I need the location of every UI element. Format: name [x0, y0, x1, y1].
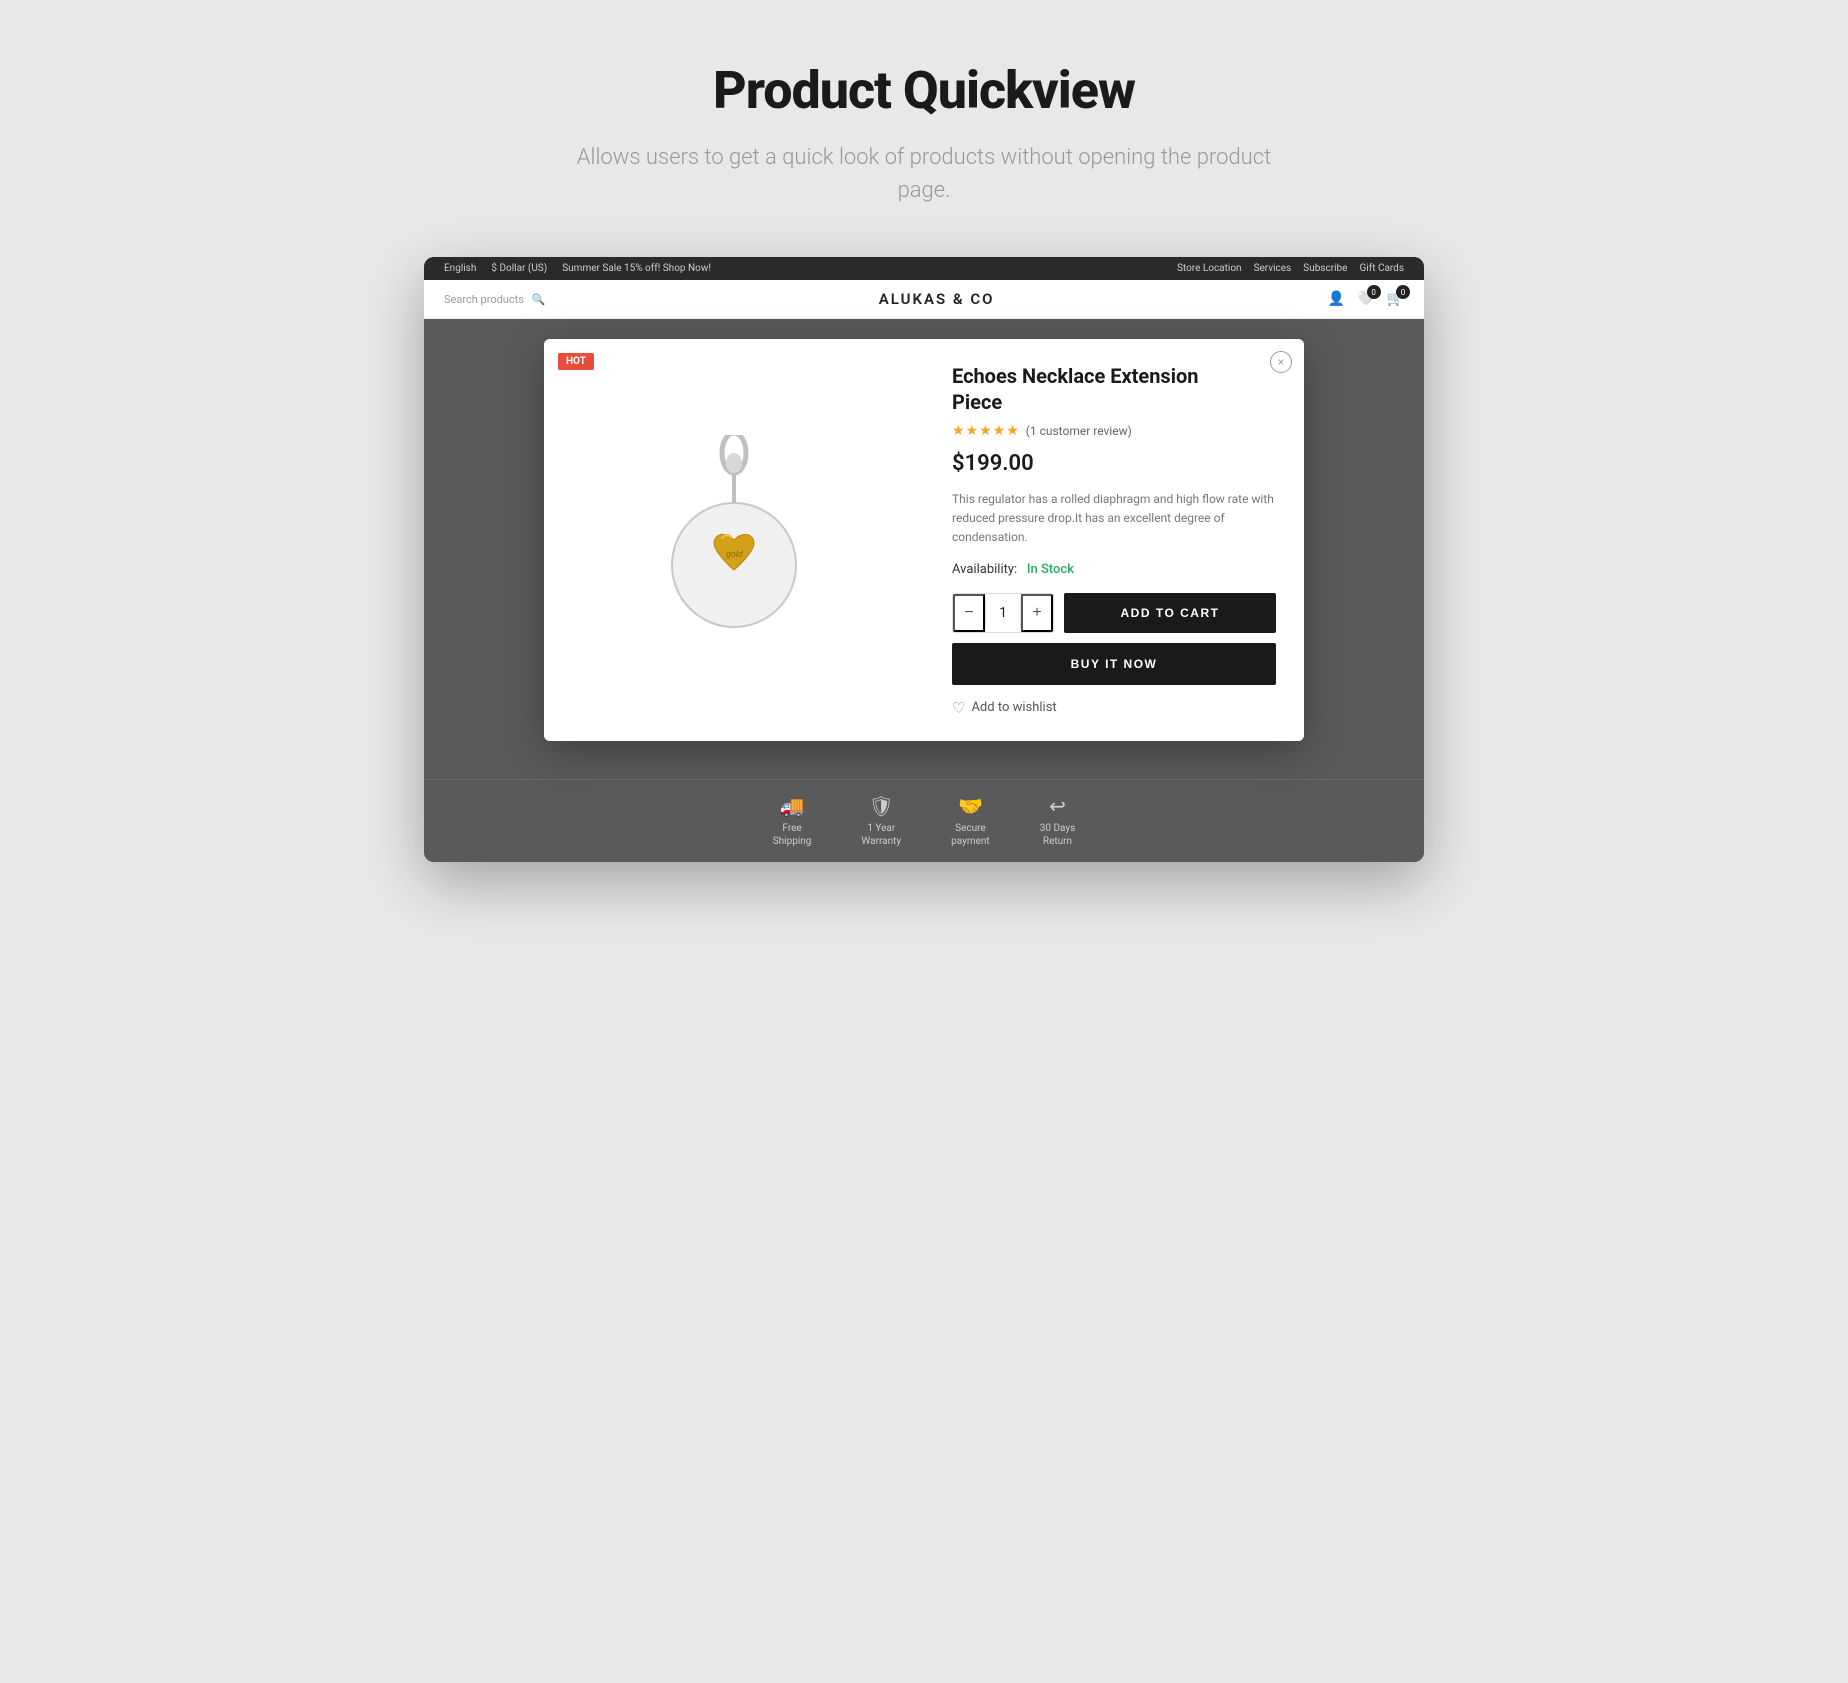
subscribe-link[interactable]: Subscribe [1303, 263, 1347, 274]
wishlist-label: Add to wishlist [971, 700, 1056, 715]
return-label: 30 DaysReturn [1040, 822, 1076, 848]
language-selector[interactable]: English [444, 263, 476, 274]
quantity-control: − 1 + [952, 593, 1054, 633]
account-icon[interactable]: 👤 [1328, 291, 1345, 307]
footer-warranty: 🛡 1 YearWarranty [861, 794, 901, 848]
top-bar: English $ Dollar (US) Summer Sale 15% of… [424, 257, 1424, 280]
availability-value: In Stock [1027, 562, 1074, 577]
star-rating: ★★★★★ [952, 423, 1020, 439]
top-bar-right: Store Location Services Subscribe Gift C… [1177, 263, 1404, 274]
qty-plus-button[interactable]: + [1021, 594, 1053, 632]
store-location-link[interactable]: Store Location [1177, 263, 1242, 274]
availability: Availability: In Stock [952, 562, 1276, 577]
cart-badge: 0 [1396, 285, 1410, 299]
warranty-icon: 🛡 [869, 794, 894, 818]
payment-label: Securepayment [951, 822, 990, 848]
wishlist-icon[interactable]: 🤍 0 [1357, 291, 1374, 307]
shipping-icon: 🚚 [780, 794, 805, 818]
product-price: $199.00 [952, 451, 1276, 476]
store-frame: English $ Dollar (US) Summer Sale 15% of… [424, 257, 1424, 862]
product-rating: ★★★★★ (1 customer review) [952, 423, 1276, 439]
page-title: Product Quickview [574, 60, 1274, 121]
top-bar-left: English $ Dollar (US) Summer Sale 15% of… [444, 263, 711, 274]
store-logo[interactable]: ALUKAS & CO [879, 290, 995, 308]
necklace-svg: gold [644, 435, 824, 645]
availability-label: Availability: [952, 562, 1017, 577]
services-link[interactable]: Services [1254, 263, 1292, 274]
cart-row: − 1 + ADD TO CART [952, 593, 1276, 633]
footer-payment: 🤝 Securepayment [951, 794, 990, 848]
product-image-side: HOT gold [544, 339, 924, 741]
promo-text: Summer Sale 15% off! Shop Now! [562, 263, 711, 274]
warranty-label: 1 YearWarranty [861, 822, 901, 848]
qty-value: 1 [985, 597, 1021, 629]
review-count[interactable]: (1 customer review) [1026, 424, 1132, 438]
page-header: Product Quickview Allows users to get a … [574, 60, 1274, 207]
store-content: HOT gold [424, 319, 1424, 779]
nav-icons: 👤 🤍 0 🛒 0 [1328, 291, 1404, 307]
search-icon[interactable]: 🔍 [532, 293, 546, 306]
footer-shipping: 🚚 FreeShipping [773, 794, 812, 848]
search-placeholder: Search products [444, 293, 524, 306]
close-button[interactable]: × [1270, 351, 1292, 373]
wishlist-row[interactable]: ♡ Add to wishlist [952, 699, 1276, 717]
payment-icon: 🤝 [958, 794, 983, 818]
svg-text:gold: gold [726, 550, 744, 560]
search-area[interactable]: Search products 🔍 [444, 293, 546, 306]
quickview-modal: HOT gold [544, 339, 1304, 741]
currency-selector[interactable]: $ Dollar (US) [491, 263, 547, 274]
heart-icon: ♡ [952, 699, 965, 717]
wishlist-badge: 0 [1367, 285, 1381, 299]
qty-minus-button[interactable]: − [953, 594, 985, 632]
buy-it-now-button[interactable]: BUY IT NOW [952, 643, 1276, 685]
nav-bar: Search products 🔍 ALUKAS & CO 👤 🤍 0 🛒 0 [424, 280, 1424, 319]
store-footer: 🚚 FreeShipping 🛡 1 YearWarranty 🤝 Secure… [424, 779, 1424, 862]
shipping-label: FreeShipping [773, 822, 812, 848]
footer-return: ↩ 30 DaysReturn [1040, 794, 1076, 848]
cart-icon[interactable]: 🛒 0 [1387, 291, 1404, 307]
return-icon: ↩ [1049, 794, 1066, 818]
product-image: gold [634, 430, 834, 650]
product-name: Echoes Necklace Extension Piece [952, 363, 1276, 415]
product-description: This regulator has a rolled diaphragm an… [952, 490, 1276, 548]
hot-badge: HOT [558, 353, 594, 370]
add-to-cart-button[interactable]: ADD TO CART [1064, 593, 1276, 633]
page-subtitle: Allows users to get a quick look of prod… [574, 141, 1274, 207]
product-details-side: × Echoes Necklace Extension Piece ★★★★★ … [924, 339, 1304, 741]
gift-cards-link[interactable]: Gift Cards [1359, 263, 1404, 274]
